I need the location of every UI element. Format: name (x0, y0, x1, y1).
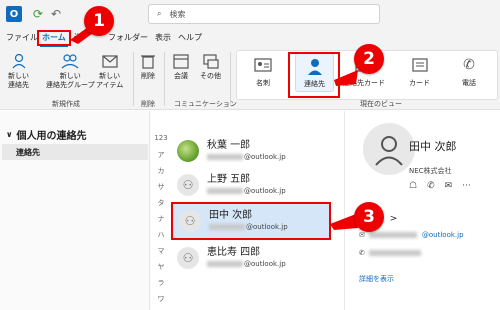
contact-email: @outlook.jp (207, 259, 286, 269)
index-item[interactable]: タ (154, 198, 168, 214)
index-jump-bar: 123 ア カ サ タ ナ ハ マ ヤ ラ ワ (154, 134, 168, 310)
my-contacts-label: 個人用の連絡先 (16, 131, 87, 142)
delete-button[interactable]: 削除 (139, 52, 157, 81)
phone-view-button[interactable]: ✆ 電話 (459, 55, 479, 88)
contact-name: 上野 五郎 (207, 173, 251, 185)
index-item[interactable]: ア (154, 150, 168, 166)
delete-label: 削除 (141, 72, 155, 80)
index-item[interactable]: ナ (154, 214, 168, 230)
tab-file[interactable]: ファイル (6, 32, 38, 43)
outlook-app-icon: O (6, 6, 22, 22)
new-item-icon (101, 52, 119, 70)
contact-email: @outlook.jp (209, 222, 288, 232)
callout-arrow (334, 70, 358, 86)
new-group-icon (61, 52, 79, 70)
ribbon-divider (230, 52, 231, 106)
contact-avatar-large (363, 123, 415, 175)
tab-help[interactable]: ヘルプ (178, 32, 202, 43)
new-item-label: 新しい アイテム (96, 72, 124, 89)
delete-group-caption: 削除 (141, 100, 155, 108)
person-placeholder-icon: ⚇ (179, 210, 201, 232)
mail-icon: ✉ (359, 231, 365, 239)
undo-icon[interactable]: ↶ (48, 6, 64, 22)
business-card-view-button[interactable]: 名刺 (253, 55, 273, 88)
trash-icon (139, 52, 157, 70)
my-contacts-header[interactable]: ∨ 個人用の連絡先 (6, 127, 87, 142)
phone-icon: ✆ (359, 249, 365, 257)
highlight-home-tab (37, 30, 71, 46)
tab-folder[interactable]: フォルダー (108, 32, 148, 43)
person-placeholder-icon: ⚇ (177, 173, 199, 196)
ribbon-divider (133, 52, 134, 106)
callout-badge: 1 (84, 6, 114, 36)
index-item[interactable]: サ (154, 182, 168, 198)
chevron-down-icon: ∨ (6, 130, 13, 139)
new-group-label: 新しい 連絡先グループ (46, 72, 95, 89)
contact-email: @outlook.jp (207, 152, 286, 162)
phone-icon: ✆ (463, 57, 475, 73)
folder-pane: ∨ 個人用の連絡先 連絡先 (0, 111, 150, 310)
new-item-button[interactable]: 新しい アイテム (96, 52, 123, 90)
contact-list-item[interactable]: 秋葉 一郎 @outlook.jp (171, 134, 331, 167)
contact-list-item[interactable]: ⚇ 上野 五郎 @outlook.jp (171, 168, 331, 201)
new-group-caption: 新規作成 (52, 100, 80, 108)
ribbon-divider (164, 52, 165, 106)
search-box[interactable]: ⌕ 検索 (148, 4, 380, 24)
contact-photo (177, 139, 199, 162)
new-contact-group-button[interactable]: 新しい 連絡先グループ (46, 52, 95, 90)
contact-list-item-selected[interactable]: ⚇ 田中 次郎 @outlook.jp (171, 202, 331, 240)
other-button[interactable]: その他 (200, 52, 221, 81)
index-item[interactable]: ラ (154, 278, 168, 294)
contact-email: @outlook.jp (207, 186, 286, 196)
card-view-button[interactable]: カード (409, 55, 430, 88)
meeting-button[interactable]: 会議 (172, 52, 190, 81)
card-icon (410, 55, 430, 75)
more-icon[interactable]: ··· (462, 181, 471, 191)
new-contact-icon (10, 52, 28, 70)
meeting-label: 会議 (174, 72, 188, 80)
chat-icon (202, 52, 220, 70)
detail-company: NEC株式会社 (409, 167, 452, 175)
contact-name: 秋葉 一郎 (207, 139, 251, 151)
contact-name: 田中 次郎 (209, 210, 253, 221)
index-item[interactable]: ヤ (154, 262, 168, 278)
index-item[interactable]: 123 (154, 134, 168, 150)
new-contact-label: 新しい 連絡先 (8, 72, 29, 89)
tab-view[interactable]: 表示 (155, 32, 171, 43)
detail-actions: ☖ ✆ ✉ ··· (409, 181, 471, 191)
mail-icon[interactable]: ✉ (445, 181, 453, 191)
index-item[interactable]: マ (154, 246, 168, 262)
chat-icon[interactable]: ☖ (409, 181, 417, 191)
highlight-contact-view (288, 52, 340, 98)
business-card-label: 名刺 (256, 79, 270, 87)
callout-badge: 3 (354, 202, 384, 232)
phone-label: 電話 (462, 79, 476, 87)
business-card-icon (253, 55, 273, 75)
search-placeholder: 検索 (169, 9, 186, 19)
contact-name: 恵比寿 四郎 (207, 246, 261, 258)
detail-phone[interactable]: ✆ (359, 249, 422, 257)
phone-icon[interactable]: ✆ (427, 181, 435, 191)
comm-group-caption: コミュニケーション (174, 100, 237, 108)
show-details-link[interactable]: 詳細を表示 (359, 274, 394, 284)
new-contact-button[interactable]: 新しい 連絡先 (8, 52, 29, 90)
detail-email[interactable]: ✉ @outlook.jp (359, 231, 464, 239)
index-item[interactable]: カ (154, 166, 168, 182)
person-placeholder-icon: ⚇ (177, 246, 199, 269)
other-label: その他 (200, 72, 221, 80)
index-item[interactable]: ワ (154, 294, 168, 310)
view-group-caption: 現在のビュー (360, 100, 402, 108)
nav-item-contacts[interactable]: 連絡先 (2, 144, 148, 160)
contact-list-item[interactable]: ⚇ 恵比寿 四郎 @outlook.jp (171, 241, 331, 274)
sync-icon[interactable]: ⟳ (30, 6, 46, 22)
callout-badge: 2 (354, 44, 384, 74)
nav-item-label: 連絡先 (16, 147, 40, 157)
index-item[interactable]: ハ (154, 230, 168, 246)
detail-contact-name: 田中 次郎 (409, 140, 457, 153)
search-icon: ⌕ (157, 9, 162, 18)
calendar-icon (172, 52, 190, 70)
card-label: カード (409, 79, 430, 87)
